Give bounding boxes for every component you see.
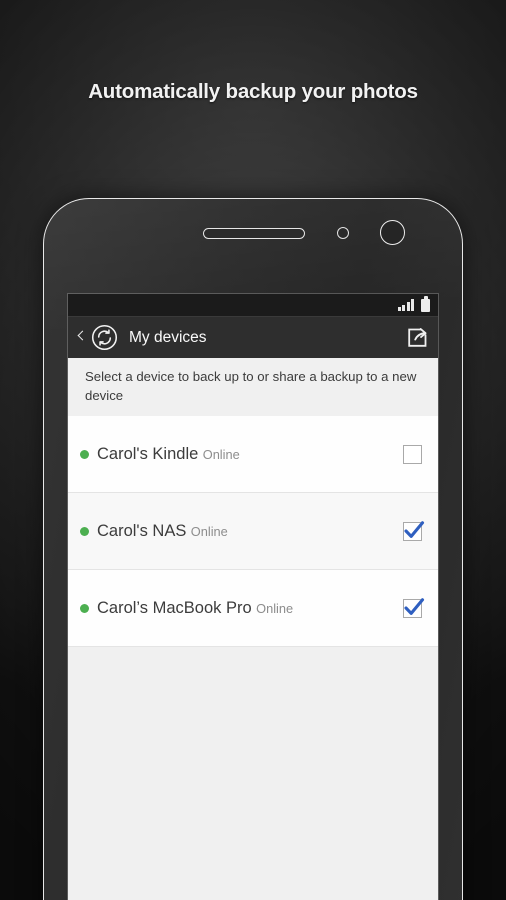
device-name: Carol's NAS <box>97 521 187 540</box>
device-row[interactable]: Carol's Kindle Online <box>68 416 438 493</box>
phone-screen: My devices Select a device to back up to… <box>68 294 438 900</box>
promo-screenshot: Automatically backup your photos My devi… <box>0 0 506 900</box>
online-status-dot <box>80 526 89 536</box>
device-row[interactable]: Carol’s MacBook Pro Online <box>68 570 438 647</box>
device-row[interactable]: Carol's NAS Online <box>68 493 438 570</box>
device-checkbox[interactable] <box>403 444 422 464</box>
online-status-dot <box>80 449 89 459</box>
empty-list-area <box>68 647 438 900</box>
battery-full-icon <box>421 296 430 312</box>
phone-mockup: My devices Select a device to back up to… <box>43 198 463 900</box>
instruction-text: Select a device to back up to or share a… <box>68 358 438 416</box>
device-name: Carol's Kindle <box>97 444 199 463</box>
promo-headline: Automatically backup your photos <box>88 80 418 103</box>
front-camera-icon <box>380 220 405 245</box>
device-checkbox[interactable] <box>403 520 425 541</box>
device-checkbox[interactable] <box>403 597 425 618</box>
online-status-dot <box>80 603 89 613</box>
speaker-grille-icon <box>203 228 305 239</box>
device-list: Carol's Kindle Online Carol's NAS Online <box>68 416 438 647</box>
device-name: Carol’s MacBook Pro <box>97 598 252 617</box>
device-status: Online <box>256 600 294 616</box>
proximity-sensor-icon <box>337 227 349 239</box>
page-title: My devices <box>129 328 207 346</box>
app-bar: My devices <box>68 316 438 358</box>
status-bar <box>68 294 438 316</box>
device-status: Online <box>202 446 240 462</box>
device-status: Online <box>190 523 228 539</box>
back-chevron-icon[interactable] <box>75 325 88 351</box>
backup-sync-logo-icon <box>91 324 118 351</box>
share-export-icon[interactable] <box>403 325 429 351</box>
signal-bars-icon <box>397 299 414 311</box>
